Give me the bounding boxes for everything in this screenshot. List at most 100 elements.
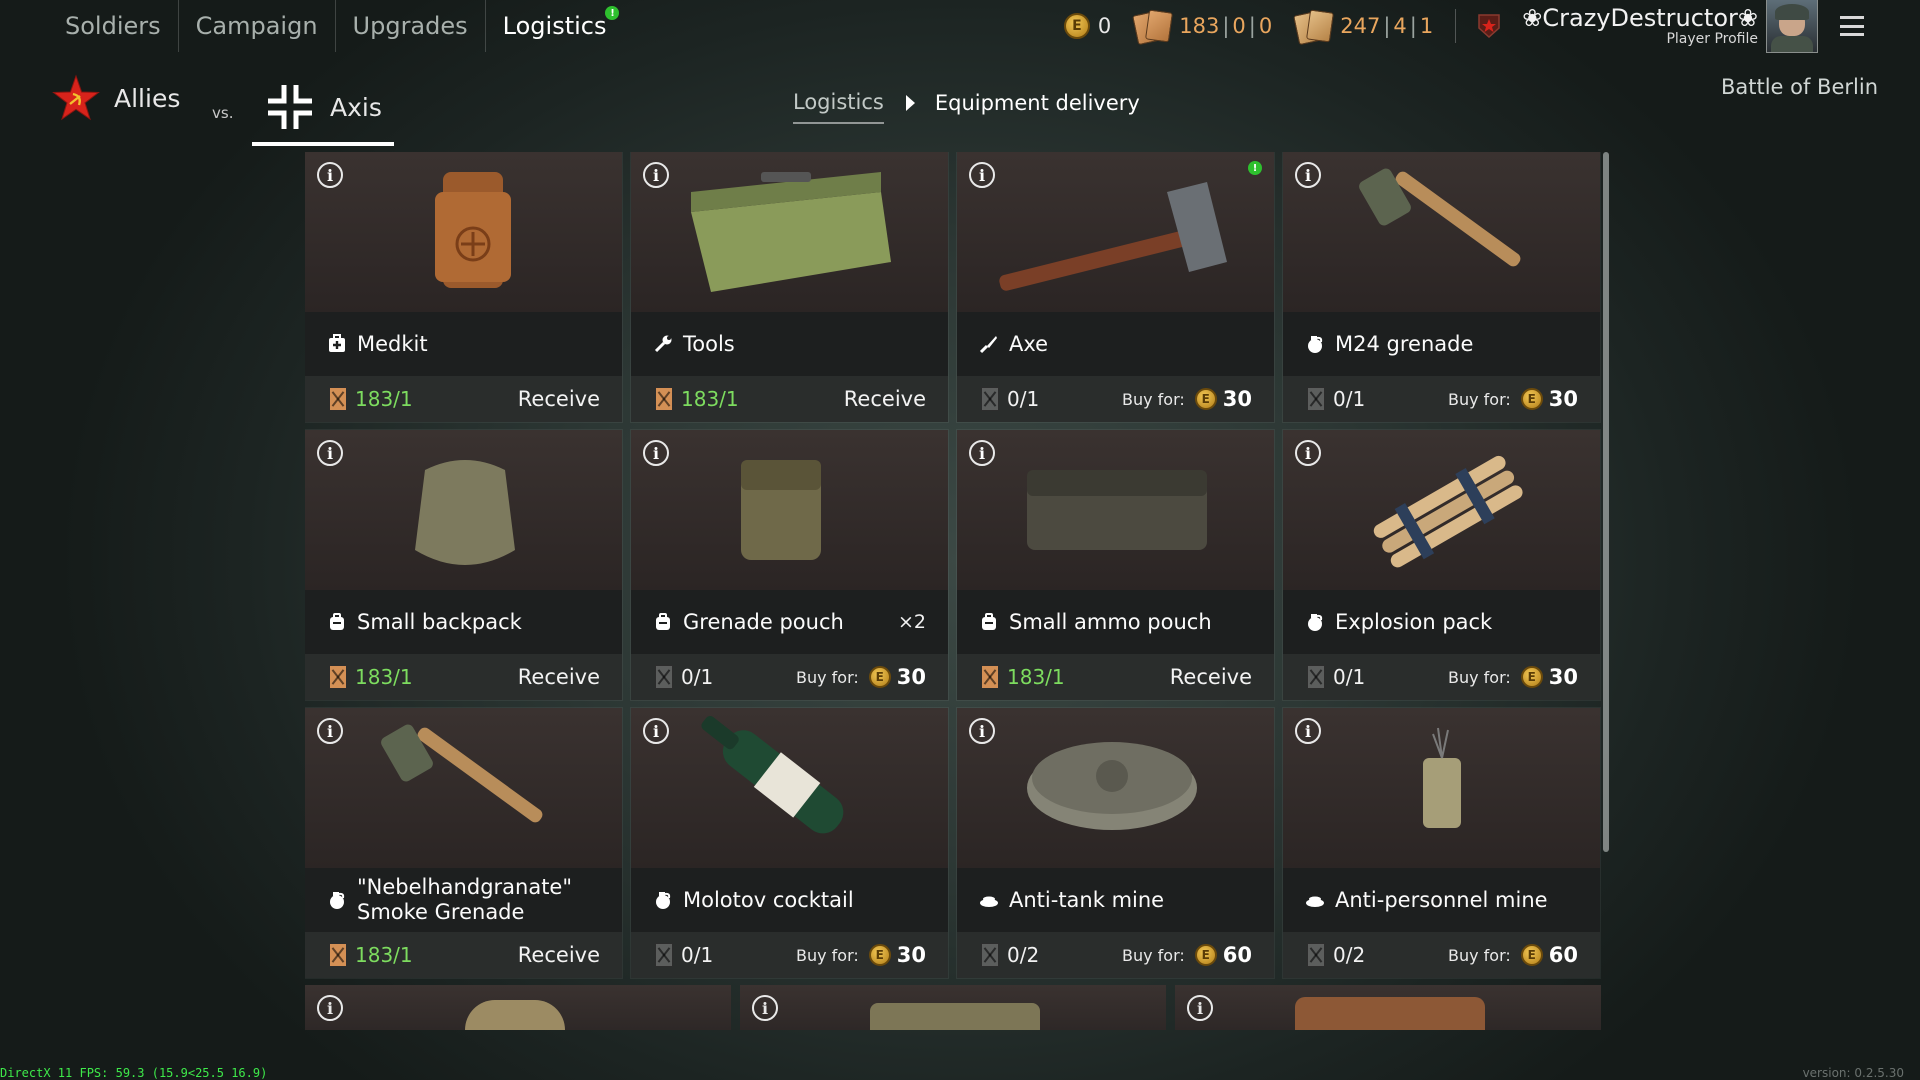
- info-icon[interactable]: i: [969, 440, 995, 466]
- player-profile[interactable]: ❀CrazyDestructor❀ Player Profile: [1522, 5, 1758, 47]
- faction-allies[interactable]: Allies: [52, 74, 180, 122]
- buy-for-label: Buy for:: [1121, 945, 1185, 965]
- breadcrumb-logistics[interactable]: Logistics: [793, 90, 884, 124]
- avatar[interactable]: [1766, 0, 1818, 53]
- item-name-bar: Anti-tank mine: [957, 868, 1274, 932]
- info-icon[interactable]: i: [317, 995, 343, 1021]
- item-image: [1283, 430, 1600, 590]
- item-name: Small backpack: [357, 609, 522, 634]
- backpack-icon: [979, 612, 999, 632]
- item-footer: 183/1 Receive: [305, 932, 622, 978]
- item-card-partial[interactable]: i: [740, 985, 1166, 1030]
- buy-button[interactable]: Buy for: E 30: [796, 665, 926, 689]
- mine-icon: [979, 890, 999, 910]
- info-icon[interactable]: i: [317, 718, 343, 744]
- item-card[interactable]: i! Axe 0/1 Buy for: E 30: [957, 152, 1274, 422]
- item-card[interactable]: i Anti-tank mine 0/2 Buy for: E 60: [957, 708, 1274, 978]
- item-card[interactable]: i Small ammo pouch 183/1 Receive: [957, 430, 1274, 700]
- receive-button[interactable]: Receive: [1170, 665, 1252, 689]
- gold-coin-icon: E: [1520, 944, 1543, 966]
- item-card[interactable]: i Molotov cocktail 0/1 Buy for: E 30: [631, 708, 948, 978]
- item-count: 183/1: [355, 387, 413, 411]
- item-card[interactable]: i Anti-personnel mine 0/2 Buy for: E 60: [1283, 708, 1600, 978]
- item-name-bar: Explosion pack: [1283, 590, 1600, 654]
- menu-list-icon[interactable]: [1840, 16, 1864, 36]
- chevron-right-icon: [905, 95, 915, 111]
- info-icon[interactable]: i: [317, 162, 343, 188]
- info-icon[interactable]: i: [643, 162, 669, 188]
- item-count: 0/1: [1333, 387, 1366, 411]
- version-label: version: 0.2.5.30: [1802, 1066, 1904, 1080]
- orders-a-value-3: 0: [1258, 14, 1273, 38]
- item-price: 30: [896, 665, 926, 689]
- grenade-icon: [1305, 334, 1325, 354]
- item-name: M24 grenade: [1335, 331, 1474, 356]
- item-image: [305, 708, 622, 868]
- info-icon[interactable]: i: [643, 718, 669, 744]
- player-name: ❀CrazyDestructor❀: [1522, 5, 1758, 31]
- item-name-bar: Small backpack: [305, 590, 622, 654]
- item-footer: 0/1 Buy for: E 30: [1283, 376, 1600, 422]
- item-card[interactable]: i M24 grenade 0/1 Buy for: E 30: [1283, 152, 1600, 422]
- item-name: Grenade pouch: [683, 609, 844, 634]
- item-card[interactable]: i Explosion pack 0/1 Buy for: E 30: [1283, 430, 1600, 700]
- player-name-text: CrazyDestructor: [1542, 4, 1738, 32]
- faction-axis[interactable]: Axis: [252, 72, 394, 146]
- orders-currency-a[interactable]: 183 | 0 | 0: [1132, 9, 1273, 46]
- item-card[interactable]: i "Nebelhandgranate" Smoke Grenade 183/1 Re…: [305, 708, 622, 978]
- buy-button[interactable]: Buy for: E 30: [1448, 387, 1578, 411]
- item-footer: 0/1 Buy for: E 30: [1283, 654, 1600, 700]
- orders-currency-b[interactable]: 247 | 4 | 1: [1293, 9, 1433, 46]
- info-icon[interactable]: i: [1187, 995, 1213, 1021]
- item-card[interactable]: i Grenade pouch ×2 0/1 Buy for: E 30: [631, 430, 948, 700]
- info-icon[interactable]: i: [1295, 162, 1321, 188]
- gold-amount: 0: [1097, 14, 1112, 38]
- item-footer: 183/1 Receive: [631, 376, 948, 422]
- tab-logistics[interactable]: Logistics !: [486, 0, 624, 52]
- ticket-icon: [1307, 943, 1325, 967]
- info-icon[interactable]: i: [317, 440, 343, 466]
- item-name: Anti-tank mine: [1009, 887, 1165, 912]
- tab-upgrades[interactable]: Upgrades: [336, 0, 486, 52]
- buy-button[interactable]: Buy for: E 30: [1122, 387, 1252, 411]
- receive-button[interactable]: Receive: [844, 387, 926, 411]
- buy-button[interactable]: Buy for: E 30: [1448, 665, 1578, 689]
- item-card[interactable]: i Tools 183/1 Receive: [631, 152, 948, 422]
- item-footer: 0/1 Buy for: E 30: [631, 932, 948, 978]
- receive-button[interactable]: Receive: [518, 665, 600, 689]
- receive-label: Receive: [517, 387, 600, 411]
- info-icon[interactable]: i: [752, 995, 778, 1021]
- info-icon[interactable]: i: [1295, 440, 1321, 466]
- buy-button[interactable]: Buy for: E 60: [1122, 943, 1252, 967]
- flame-icon: ❀: [1522, 4, 1543, 32]
- item-card[interactable]: i Medkit 183/1 Receive: [305, 152, 622, 422]
- item-card[interactable]: i Small backpack 183/1 Receive: [305, 430, 622, 700]
- info-icon[interactable]: i: [969, 162, 995, 188]
- tab-label: Soldiers: [65, 12, 161, 40]
- receive-button[interactable]: Receive: [518, 943, 600, 967]
- item-footer: 0/2 Buy for: E 60: [1283, 932, 1600, 978]
- buy-for-label: Buy for:: [1447, 389, 1511, 409]
- receive-button[interactable]: Receive: [518, 387, 600, 411]
- order-tickets-icon: [1132, 9, 1174, 46]
- tab-campaign[interactable]: Campaign: [179, 0, 336, 52]
- item-count: 183/1: [681, 387, 739, 411]
- item-name-bar: Small ammo pouch: [957, 590, 1274, 654]
- info-icon[interactable]: i: [643, 440, 669, 466]
- item-card-partial[interactable]: i: [1175, 985, 1601, 1030]
- item-image: [1283, 708, 1600, 868]
- buy-button[interactable]: Buy for: E 30: [796, 943, 926, 967]
- soviet-star-icon: [52, 74, 100, 121]
- fps-counter: DirectX 11 FPS: 59.3 (15.9<25.5 16.9): [0, 1066, 268, 1080]
- scrollbar[interactable]: [1603, 152, 1609, 852]
- tab-soldiers[interactable]: Soldiers: [48, 0, 179, 52]
- info-icon[interactable]: i: [969, 718, 995, 744]
- gold-currency[interactable]: E 0: [1063, 13, 1112, 39]
- item-card-partial[interactable]: i: [305, 985, 731, 1030]
- gold-coin-icon: E: [1194, 944, 1217, 966]
- buy-button[interactable]: Buy for: E 60: [1448, 943, 1578, 967]
- item-name: Axe: [1009, 331, 1049, 356]
- item-count: 0/1: [681, 665, 714, 689]
- info-icon[interactable]: i: [1295, 718, 1321, 744]
- breadcrumb: Logistics Equipment delivery: [793, 90, 1140, 124]
